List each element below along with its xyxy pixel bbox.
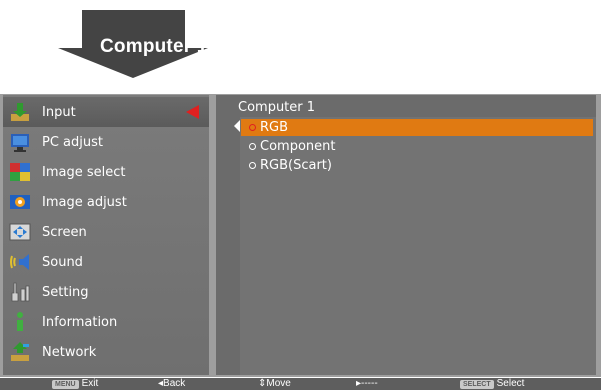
option-label: RGB(Scart) xyxy=(260,158,332,173)
input-callout-arrow: Computer 1 xyxy=(40,10,210,80)
menu-item-label: Setting xyxy=(42,284,89,300)
menu-item-input[interactable]: Input xyxy=(3,97,209,127)
image-select-icon xyxy=(9,161,31,183)
callout-label: Computer 1 xyxy=(100,36,208,57)
menu-item-sound[interactable]: Sound xyxy=(3,247,209,277)
input-icon xyxy=(9,101,31,123)
submenu-panel: Computer 1 RGB Component RGB(Scart) xyxy=(216,95,596,375)
guide-bar: MENU Exit ◂Back ⇕Move ▸----- SELECT Sele… xyxy=(0,378,601,390)
osd-menu: Input PC adjust Image select Image adjus… xyxy=(0,94,601,377)
back-hint[interactable]: ◂Back xyxy=(158,378,185,390)
screen-icon xyxy=(9,221,31,243)
radio-dot-icon xyxy=(249,143,256,150)
exit-hint[interactable]: MENU Exit xyxy=(52,378,98,390)
move-hint[interactable]: ⇕Move xyxy=(258,378,291,390)
menu-item-image-select[interactable]: Image select xyxy=(3,157,209,187)
menu-item-label: Input xyxy=(42,104,76,120)
submenu-title: Computer 1 xyxy=(238,100,316,115)
pc-adjust-icon xyxy=(9,131,31,153)
menu-item-information[interactable]: Information xyxy=(3,307,209,337)
information-icon xyxy=(9,311,31,333)
menu-item-network[interactable]: Network xyxy=(3,337,209,367)
menu-item-label: Image adjust xyxy=(42,194,127,210)
option-label: Component xyxy=(260,139,336,154)
menu-item-label: Screen xyxy=(42,224,87,240)
submenu-list xyxy=(240,117,596,375)
menu-item-label: PC adjust xyxy=(42,134,103,150)
next-hint[interactable]: ▸----- xyxy=(356,378,378,390)
sound-icon xyxy=(9,251,31,273)
select-key-icon: SELECT xyxy=(460,379,494,389)
menu-item-label: Sound xyxy=(42,254,83,270)
exit-label: Exit xyxy=(81,378,99,389)
setting-icon xyxy=(9,281,31,303)
menu-item-image-adjust[interactable]: Image adjust xyxy=(3,187,209,217)
network-icon xyxy=(9,341,31,363)
option-label: RGB xyxy=(260,120,289,135)
image-adjust-icon xyxy=(9,191,31,213)
menu-item-label: Information xyxy=(42,314,118,330)
menu-item-pc-adjust[interactable]: PC adjust xyxy=(3,127,209,157)
option-rgb-scart[interactable]: RGB(Scart) xyxy=(241,157,593,174)
option-rgb[interactable]: RGB xyxy=(241,119,593,136)
radio-dot-icon xyxy=(249,162,256,169)
radio-dot-icon xyxy=(249,124,256,131)
option-component[interactable]: Component xyxy=(241,138,593,155)
select-hint[interactable]: SELECT Select xyxy=(460,378,524,390)
left-arrow-icon xyxy=(234,120,240,132)
select-label: Select xyxy=(496,378,525,389)
main-menu: Input PC adjust Image select Image adjus… xyxy=(3,95,209,375)
selection-pointer-icon xyxy=(186,105,199,119)
menu-key-icon: MENU xyxy=(52,379,79,389)
menu-item-label: Image select xyxy=(42,164,126,180)
menu-item-setting[interactable]: Setting xyxy=(3,277,209,307)
menu-item-label: Network xyxy=(42,344,97,360)
menu-item-screen[interactable]: Screen xyxy=(3,217,209,247)
